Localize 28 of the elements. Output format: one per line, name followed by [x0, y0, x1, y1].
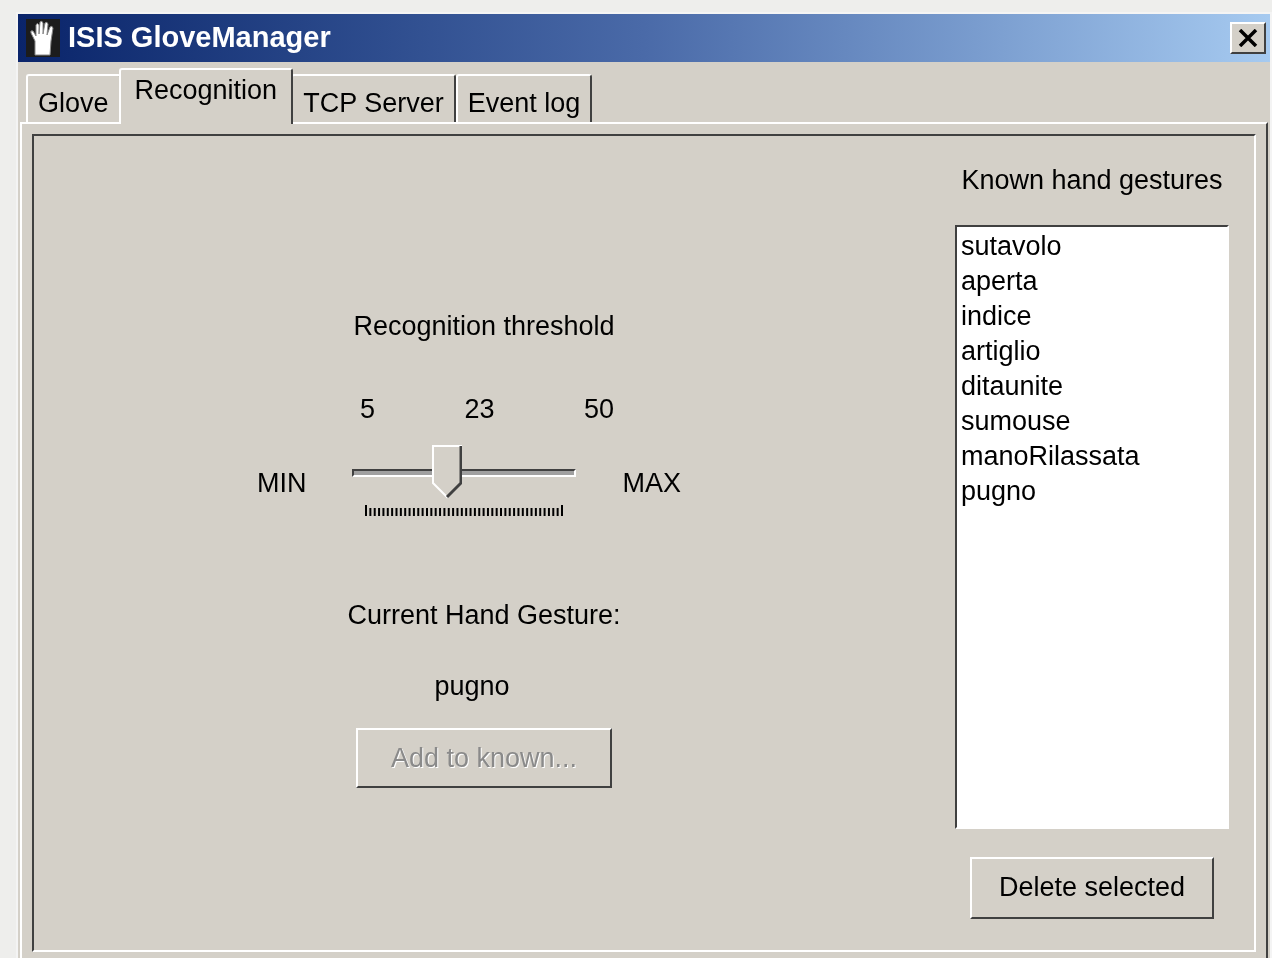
current-value: 23	[464, 392, 495, 426]
gesture-item[interactable]: pugno	[961, 473, 1227, 509]
tab[interactable]: Event log	[455, 74, 593, 124]
gesture-item[interactable]: sumouse	[961, 403, 1227, 439]
current-gesture-value: pugno	[434, 669, 510, 703]
slider-thumb[interactable]	[432, 445, 463, 499]
gesture-item[interactable]: sutavolo	[961, 228, 1227, 264]
max-value: 50	[583, 392, 614, 426]
gesture-item[interactable]: manoRilassata	[961, 438, 1227, 474]
delete-selected-button[interactable]: Delete selected	[970, 856, 1214, 919]
tab[interactable]: Recognition	[118, 68, 294, 124]
min-label: MIN	[257, 466, 307, 500]
gesture-list[interactable]: sutavolo aperta indice artiglio ditaunite sumouse manoRilassata pugno	[955, 224, 1229, 829]
current-gesture-label: Current Hand Gesture:	[347, 599, 621, 632]
hand-icon	[26, 19, 60, 57]
gesture-item[interactable]: indice	[961, 298, 1227, 334]
close-button[interactable]	[1230, 22, 1266, 54]
gesture-item[interactable]: aperta	[961, 263, 1227, 299]
tab[interactable]: TCP Server	[291, 74, 456, 124]
min-value: 5	[360, 392, 376, 426]
gesture-item[interactable]: artiglio	[961, 333, 1227, 369]
close-icon	[1238, 29, 1258, 47]
tab[interactable]: Glove	[26, 74, 121, 124]
window-title: ISIS GloveManager	[68, 20, 331, 56]
max-label: MAX	[622, 466, 681, 500]
gestures-title: Known hand gestures	[961, 164, 1223, 197]
gesture-item[interactable]: ditaunite	[961, 368, 1227, 404]
threshold-label: Recognition threshold	[353, 310, 615, 343]
